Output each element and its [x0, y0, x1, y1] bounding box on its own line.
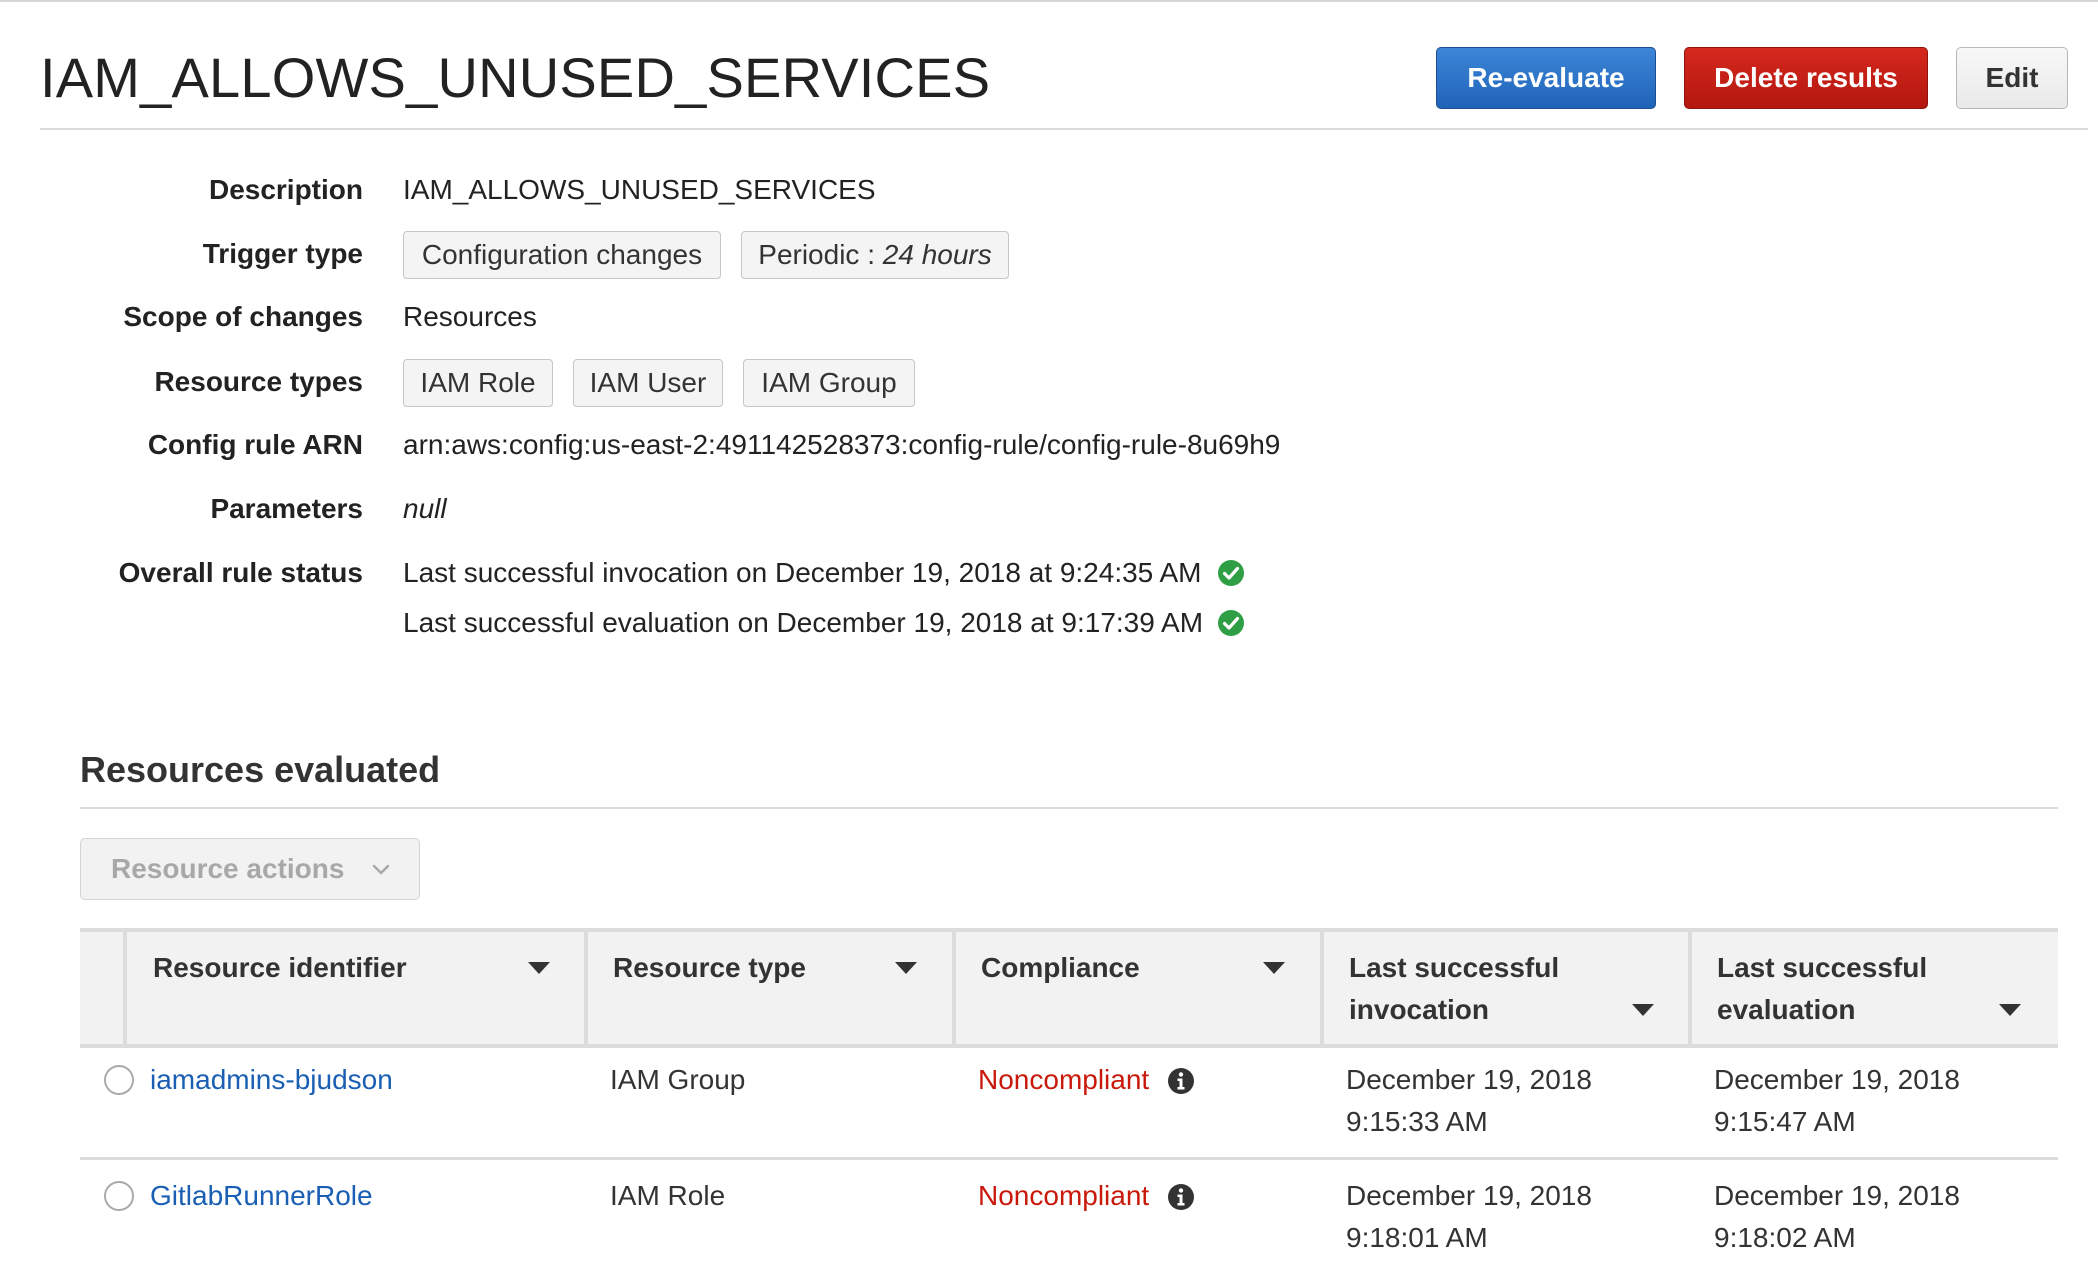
column-divider	[952, 928, 956, 1044]
trigger-type-label: Trigger type	[202, 238, 363, 269]
compliance-status: Noncompliant	[978, 1064, 1150, 1095]
last-invocation-time: 9:18:01 AM	[1346, 1222, 1488, 1253]
sort-down-icon[interactable]	[1262, 961, 1286, 975]
last-evaluation-time: 9:15:47 AM	[1714, 1106, 1856, 1137]
last-evaluation-date: December 19, 2018	[1714, 1180, 1960, 1211]
resource-type-text: IAM Role	[420, 367, 536, 398]
column-divider	[1320, 928, 1324, 1044]
row-divider	[80, 1157, 2058, 1160]
column-header-line: Last successful	[1717, 952, 1928, 983]
scope-value: Resources	[403, 301, 537, 332]
config-rule-arn-value: arn:aws:config:us-east-2:491142528373:co…	[403, 429, 1281, 460]
scope-label: Scope of changes	[123, 301, 363, 332]
column-header-compliance[interactable]: Compliance	[981, 947, 1140, 989]
column-divider	[584, 928, 588, 1044]
resource-type-cell: IAM Role	[610, 1180, 726, 1211]
sort-down-icon[interactable]	[1998, 1003, 2022, 1017]
trigger-config-text: Configuration changes	[421, 239, 703, 270]
description-value: IAM_ALLOWS_UNUSED_SERVICES	[403, 174, 876, 205]
row-select-radio[interactable]	[104, 1065, 134, 1095]
column-header-last-evaluation[interactable]: Last successful evaluation	[1717, 947, 1927, 1031]
resource-type-text: IAM Group	[761, 367, 897, 398]
trigger-periodic-chip: Periodic : 24 hours	[741, 231, 1009, 279]
resource-type-chip: IAM User	[573, 359, 723, 407]
column-header-line: Last successful	[1349, 952, 1560, 983]
check-circle-icon	[1218, 560, 1244, 586]
status-evaluation-text: Last successful evaluation on December 1…	[403, 607, 1204, 638]
check-circle-icon	[1218, 610, 1244, 636]
section-divider	[80, 807, 2058, 809]
trigger-periodic-value: 24 hours	[882, 239, 992, 270]
last-invocation-time: 9:15:33 AM	[1346, 1106, 1488, 1137]
column-divider	[123, 928, 127, 1044]
resource-actions-label: Resource actions	[111, 853, 345, 884]
column-header-last-invocation[interactable]: Last successful invocation	[1349, 947, 1559, 1031]
column-divider	[1688, 928, 1692, 1044]
top-border	[0, 0, 2098, 2]
edit-button[interactable]: Edit	[1956, 47, 2068, 109]
reevaluate-button[interactable]: Re-evaluate	[1436, 47, 1656, 109]
sort-down-icon[interactable]	[1631, 1003, 1655, 1017]
resource-type-chip: IAM Group	[743, 359, 915, 407]
last-invocation-date: December 19, 2018	[1346, 1064, 1592, 1095]
resource-identifier-link[interactable]: GitlabRunnerRole	[150, 1175, 373, 1217]
header-divider	[40, 128, 2088, 130]
resource-identifier-link[interactable]: iamadmins-bjudson	[150, 1059, 393, 1101]
resources-evaluated-heading: Resources evaluated	[80, 749, 441, 790]
last-evaluation-date: December 19, 2018	[1714, 1064, 1960, 1095]
description-label: Description	[208, 174, 363, 205]
resource-types-label: Resource types	[154, 366, 363, 397]
overall-status-label: Overall rule status	[118, 557, 363, 588]
column-header-resource-type[interactable]: Resource type	[613, 947, 806, 989]
row-select-radio[interactable]	[104, 1181, 134, 1211]
delete-results-button[interactable]: Delete results	[1684, 47, 1928, 109]
info-icon[interactable]	[1167, 1067, 1195, 1095]
column-header-line: evaluation	[1717, 994, 1856, 1025]
trigger-periodic-prefix: Periodic :	[758, 239, 883, 270]
last-evaluation-time: 9:18:02 AM	[1714, 1222, 1856, 1253]
resource-type-text: IAM User	[589, 367, 707, 398]
resource-type-chip: IAM Role	[403, 359, 553, 407]
page-title: IAM_ALLOWS_UNUSED_SERVICES	[40, 46, 991, 109]
sort-down-icon[interactable]	[894, 961, 918, 975]
compliance-status: Noncompliant	[978, 1180, 1150, 1211]
chevron-down-icon	[372, 864, 390, 875]
sort-down-icon[interactable]	[527, 961, 551, 975]
trigger-config-chip: Configuration changes	[403, 231, 721, 279]
column-header-resource-identifier[interactable]: Resource identifier	[153, 947, 407, 989]
info-icon[interactable]	[1167, 1183, 1195, 1211]
parameters-value: null	[403, 493, 447, 524]
resource-type-cell: IAM Group	[610, 1064, 746, 1095]
column-header-line: invocation	[1349, 994, 1490, 1025]
resource-actions-dropdown[interactable]: Resource actions	[80, 838, 420, 900]
parameters-label: Parameters	[210, 493, 363, 524]
last-invocation-date: December 19, 2018	[1346, 1180, 1592, 1211]
config-rule-arn-label: Config rule ARN	[147, 429, 363, 460]
status-invocation-text: Last successful invocation on December 1…	[403, 557, 1202, 588]
